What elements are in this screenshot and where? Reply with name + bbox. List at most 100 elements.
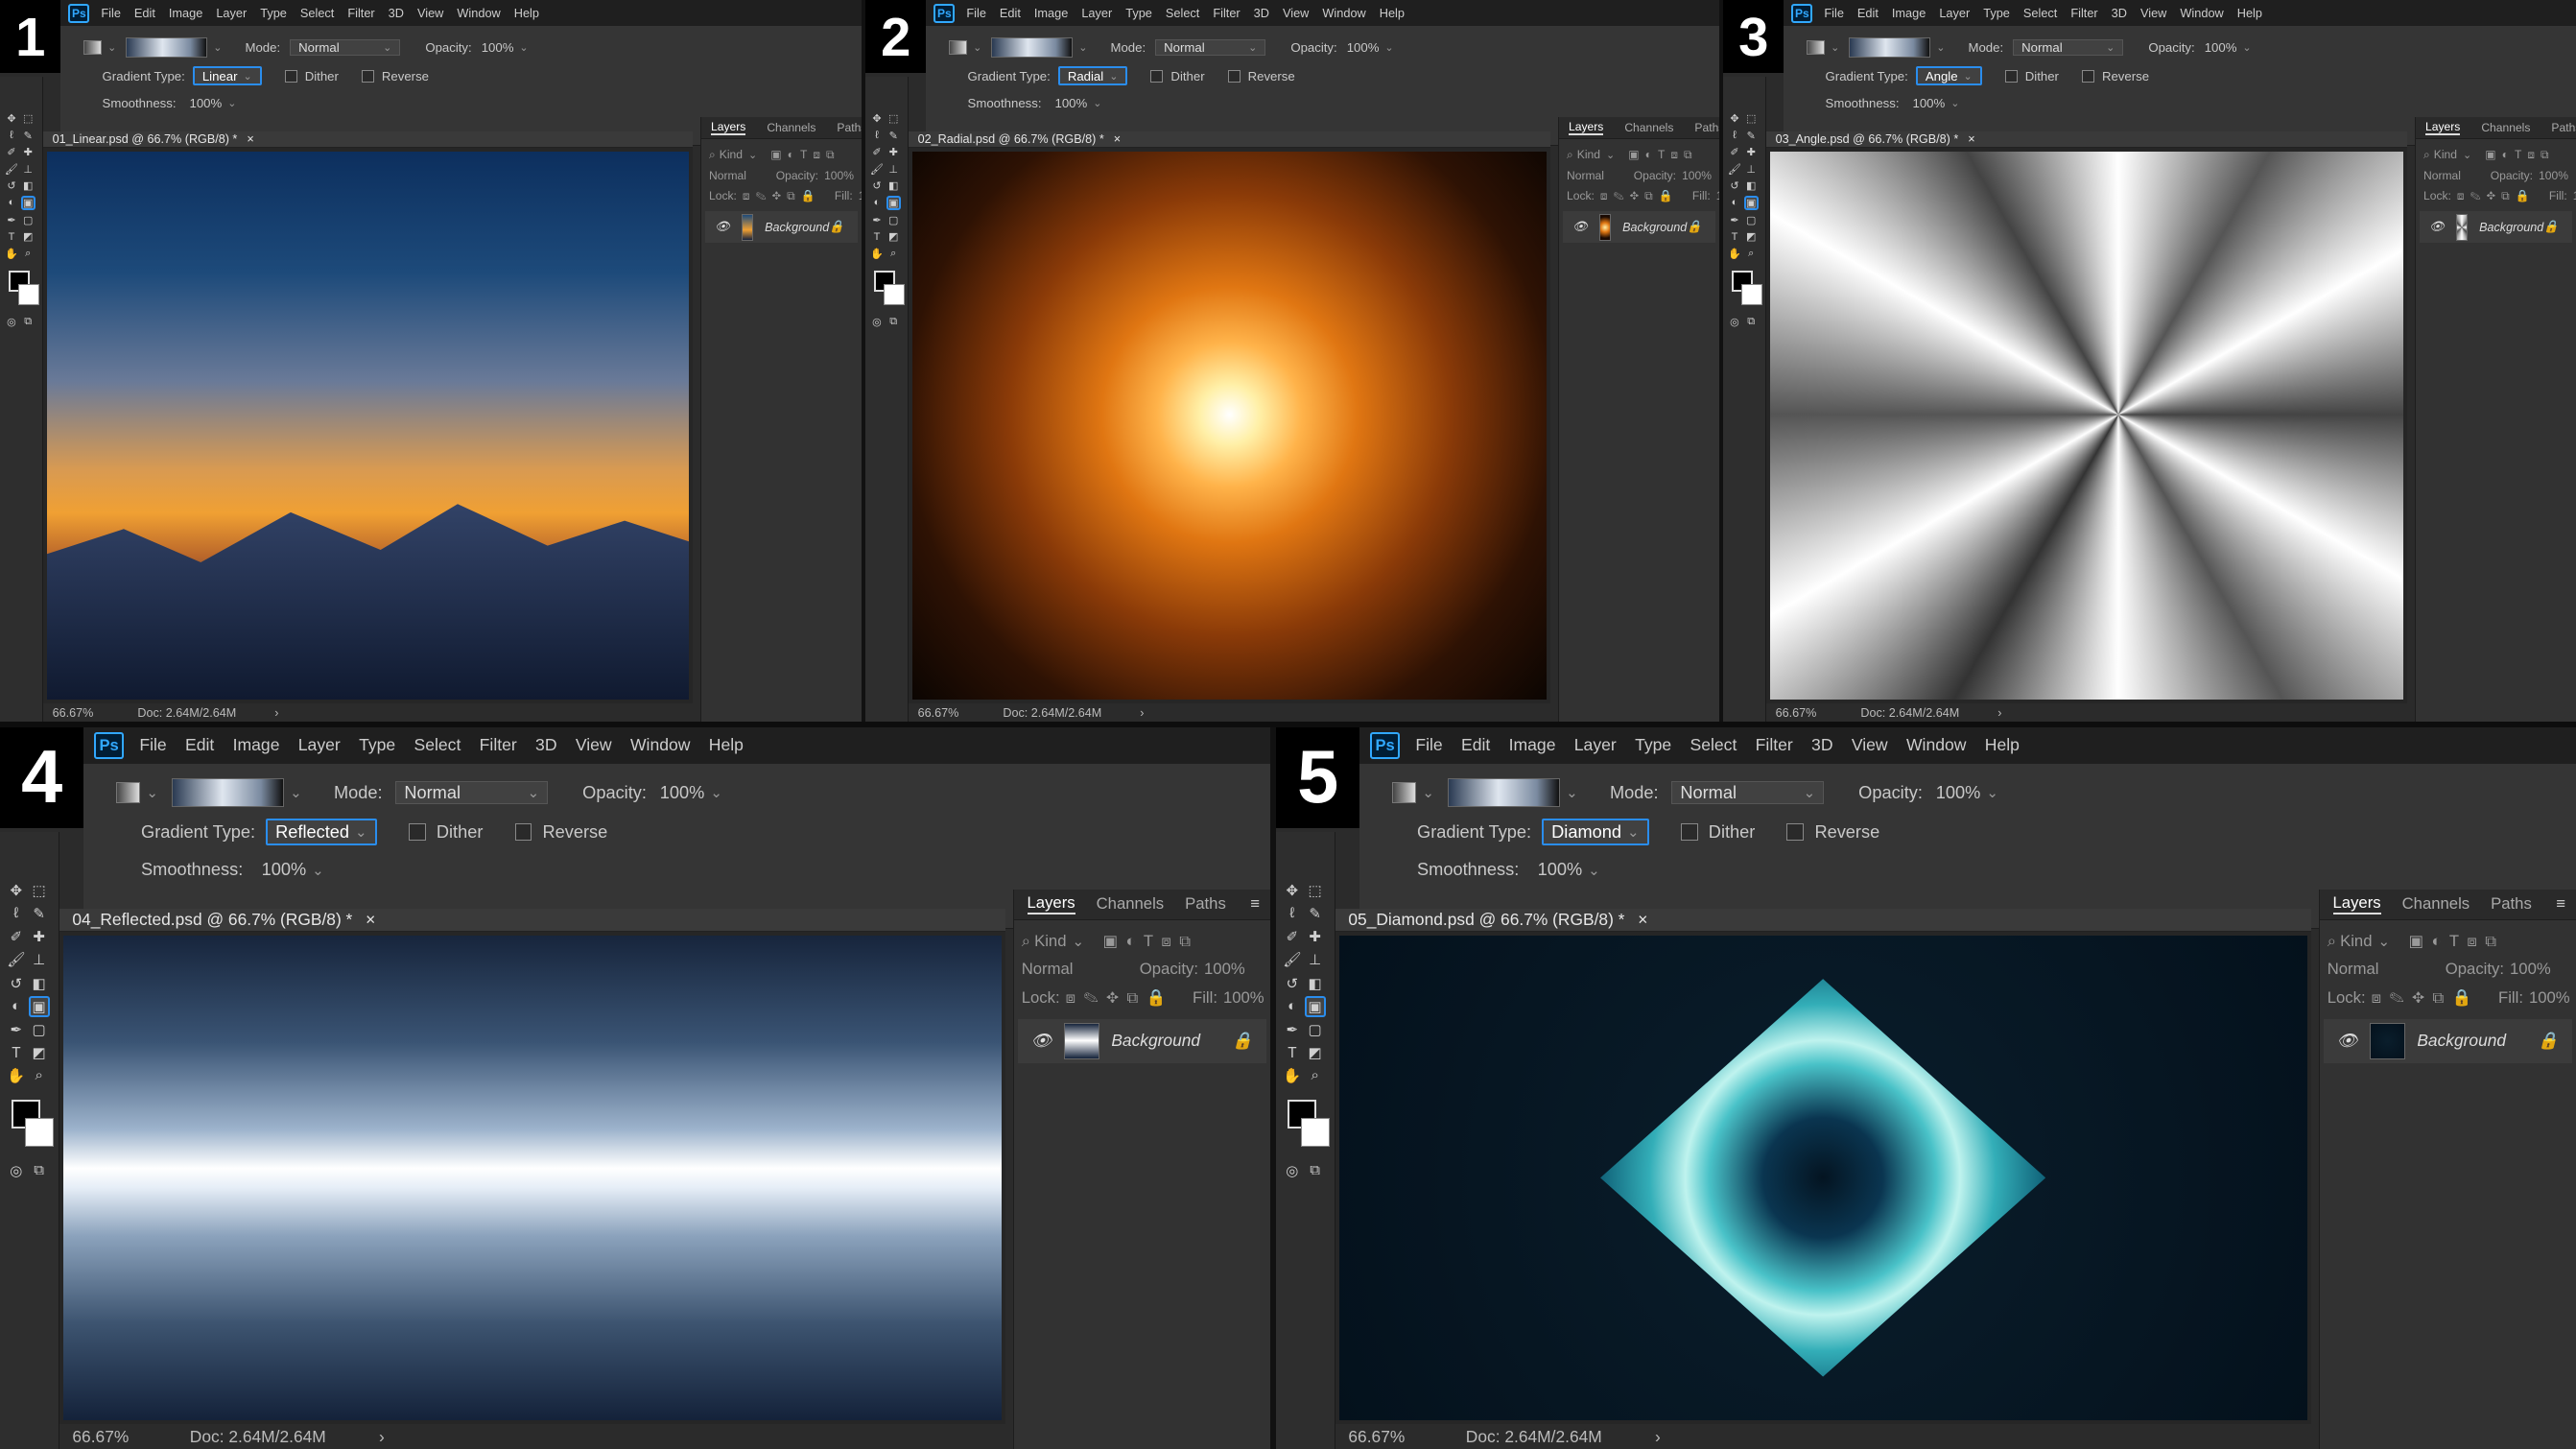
layer-opacity-value[interactable]: 100% bbox=[2510, 960, 2551, 979]
menu-image[interactable]: Image bbox=[1892, 6, 1926, 20]
path-select-icon[interactable]: ◩ bbox=[21, 229, 35, 244]
artboard-icon[interactable]: ⬚ bbox=[29, 880, 50, 901]
kind-label[interactable]: Kind bbox=[1577, 148, 1600, 161]
menu-filter[interactable]: Filter bbox=[2070, 6, 2097, 20]
close-tab-icon[interactable]: × bbox=[247, 132, 253, 146]
tab-layers[interactable]: Layers bbox=[1027, 893, 1075, 915]
rectangle-icon[interactable]: ▢ bbox=[21, 212, 35, 226]
tab-channels[interactable]: Channels bbox=[2402, 894, 2470, 914]
gradient-preview[interactable] bbox=[991, 36, 1074, 59]
tab-layers[interactable]: Layers bbox=[711, 120, 746, 136]
visibility-eye-icon[interactable]: 👁 bbox=[715, 220, 730, 234]
menu-type[interactable]: Type bbox=[359, 735, 395, 755]
gradient-type-dropdown[interactable]: Reflected ⌄ bbox=[266, 819, 377, 845]
menu-3d[interactable]: 3D bbox=[1254, 6, 1269, 20]
menu-file[interactable]: File bbox=[1824, 6, 1844, 20]
background-color-swatch[interactable] bbox=[883, 284, 905, 305]
zoom-icon[interactable]: ⌕ bbox=[886, 246, 901, 260]
menu-layer[interactable]: Layer bbox=[298, 735, 341, 755]
gradient-type-dropdown[interactable]: Linear ⌄ bbox=[192, 65, 262, 86]
lock-icons[interactable]: ⧈✎✥⧉🔒 bbox=[743, 189, 821, 203]
visibility-eye-icon[interactable]: 👁 bbox=[1572, 220, 1588, 234]
path-select-icon[interactable]: ◩ bbox=[29, 1042, 50, 1063]
tool-preset-icon[interactable] bbox=[949, 39, 968, 56]
menu-3d[interactable]: 3D bbox=[1811, 735, 1832, 755]
chevron-down-icon[interactable]: ⌄ bbox=[1936, 41, 1945, 54]
move-icon[interactable]: ✥ bbox=[869, 111, 884, 126]
chevron-down-icon[interactable]: ⌄ bbox=[355, 823, 367, 841]
tab-channels[interactable]: Channels bbox=[2481, 121, 2530, 134]
document-canvas[interactable] bbox=[1769, 152, 2403, 701]
tool-preset-icon[interactable] bbox=[1807, 39, 1826, 56]
menu-window[interactable]: Window bbox=[2180, 6, 2223, 20]
eyedropper-icon[interactable]: ✐ bbox=[869, 145, 884, 159]
chevron-down-icon[interactable]: ⌄ bbox=[1986, 784, 1998, 801]
menu-view[interactable]: View bbox=[1283, 6, 1309, 20]
document-canvas[interactable] bbox=[62, 935, 1002, 1421]
smoothness-value[interactable]: 100% bbox=[1055, 96, 1088, 110]
menu-window[interactable]: Window bbox=[1322, 6, 1365, 20]
gradient-type-dropdown[interactable]: Radial ⌄ bbox=[1057, 65, 1128, 86]
layer-row[interactable]: 👁 Background 🔒 bbox=[705, 211, 858, 244]
status-arrow-icon[interactable]: › bbox=[1140, 706, 1144, 720]
menu-image[interactable]: Image bbox=[1509, 735, 1556, 755]
tab-channels[interactable]: Channels bbox=[1097, 894, 1165, 914]
smoothness-value[interactable]: 100% bbox=[262, 860, 307, 880]
path-select-icon[interactable]: ◩ bbox=[886, 229, 901, 244]
zoom-icon[interactable]: ⌕ bbox=[1305, 1065, 1326, 1086]
magic-wand-icon[interactable]: ✎ bbox=[29, 903, 50, 924]
chevron-down-icon[interactable]: ⌄ bbox=[290, 784, 302, 801]
menu-select[interactable]: Select bbox=[414, 735, 461, 755]
pen-icon[interactable]: ✒ bbox=[6, 1019, 27, 1040]
chevron-down-icon[interactable]: ⌄ bbox=[519, 41, 528, 54]
eraser-icon[interactable]: ◧ bbox=[1744, 178, 1759, 193]
chevron-down-icon[interactable]: ⌄ bbox=[1566, 784, 1578, 801]
fill-value[interactable]: 100% bbox=[2529, 988, 2570, 1008]
document-canvas[interactable] bbox=[911, 152, 1547, 701]
menu-3d[interactable]: 3D bbox=[2112, 6, 2127, 20]
menu-edit[interactable]: Edit bbox=[134, 6, 155, 20]
pen-icon[interactable]: ✒ bbox=[1727, 212, 1741, 226]
dither-checkbox[interactable] bbox=[2004, 69, 2018, 83]
healing-brush-icon[interactable]: ✚ bbox=[29, 926, 50, 947]
eraser-icon[interactable]: ◧ bbox=[1305, 973, 1326, 994]
eyedropper-icon[interactable]: ✐ bbox=[1282, 926, 1303, 947]
smoothness-value[interactable]: 100% bbox=[1538, 860, 1583, 880]
menu-layer[interactable]: Layer bbox=[1574, 735, 1617, 755]
type-icon[interactable]: T bbox=[1282, 1042, 1303, 1063]
quick-mask-icon[interactable]: ◎ bbox=[6, 1160, 27, 1181]
gradient-icon[interactable]: ▣ bbox=[1304, 995, 1326, 1017]
chevron-down-icon[interactable]: ⌄ bbox=[2377, 933, 2390, 950]
menu-filter[interactable]: Filter bbox=[347, 6, 374, 20]
eraser-icon[interactable]: ◧ bbox=[886, 178, 901, 193]
menu-help[interactable]: Help bbox=[2237, 6, 2262, 20]
menu-layer[interactable]: Layer bbox=[1081, 6, 1112, 20]
layer-mode-value[interactable]: Normal bbox=[1022, 960, 1126, 979]
tab-channels[interactable]: Channels bbox=[1624, 121, 1673, 134]
tool-preset-icon[interactable] bbox=[1391, 782, 1417, 804]
rectangle-icon[interactable]: ▢ bbox=[29, 1019, 50, 1040]
status-arrow-icon[interactable]: › bbox=[379, 1427, 385, 1447]
layer-opacity-value[interactable]: 100% bbox=[824, 169, 854, 182]
menu-type[interactable]: Type bbox=[1635, 735, 1671, 755]
fill-value[interactable]: 100% bbox=[859, 189, 862, 202]
zoom-icon[interactable]: ⌕ bbox=[1744, 246, 1759, 260]
type-icon[interactable]: T bbox=[869, 229, 884, 244]
menu-edit[interactable]: Edit bbox=[1000, 6, 1021, 20]
zoom-level[interactable]: 66.67% bbox=[1776, 706, 1817, 720]
tab-layers[interactable]: Layers bbox=[2332, 893, 2381, 915]
layer-opacity-value[interactable]: 100% bbox=[1682, 169, 1712, 182]
menu-type[interactable]: Type bbox=[1125, 6, 1152, 20]
gradient-icon[interactable]: ▣ bbox=[886, 195, 901, 211]
smoothness-value[interactable]: 100% bbox=[190, 96, 223, 110]
status-arrow-icon[interactable]: › bbox=[1997, 706, 2001, 720]
history-brush-icon[interactable]: ↺ bbox=[869, 178, 884, 193]
chevron-down-icon[interactable]: ⌄ bbox=[312, 862, 324, 879]
chevron-down-icon[interactable]: ⌄ bbox=[748, 149, 757, 161]
tool-preset-icon[interactable] bbox=[115, 782, 141, 804]
lasso-icon[interactable]: ℓ bbox=[4, 129, 18, 143]
clone-stamp-icon[interactable]: ⊥ bbox=[1744, 162, 1759, 177]
reverse-checkbox[interactable] bbox=[2081, 69, 2094, 83]
menu-file[interactable]: File bbox=[101, 6, 121, 20]
layer-opacity-value[interactable]: 100% bbox=[1204, 960, 1245, 979]
